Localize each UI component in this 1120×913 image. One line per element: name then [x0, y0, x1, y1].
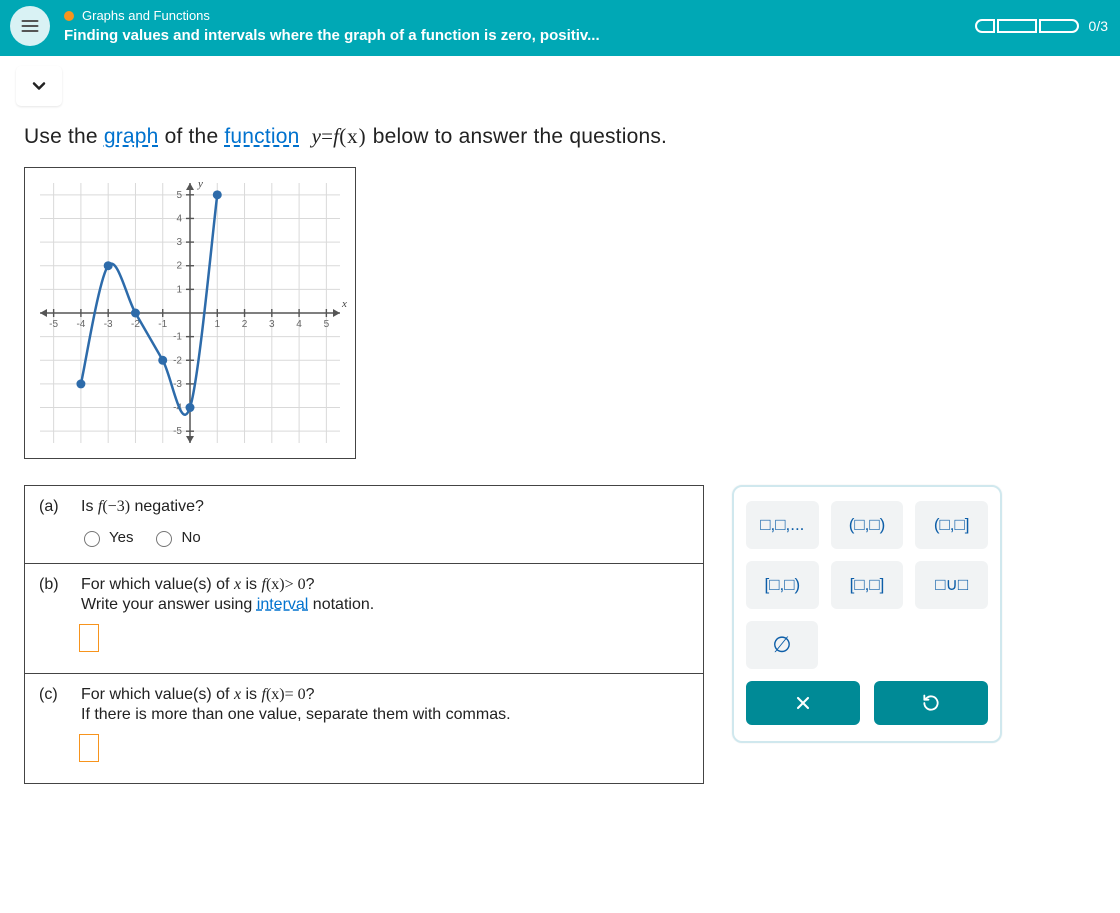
glossary-link-function[interactable]: function	[224, 125, 299, 148]
question-a: (a) Is f(−3) negative? Yes No	[25, 486, 703, 564]
question-c: (c) For which value(s) of x is f(x)= 0? …	[25, 674, 703, 783]
option-no[interactable]: No	[151, 528, 200, 547]
palette-empty-set-button[interactable]: ∅	[746, 621, 818, 669]
header-titles: Graphs and Functions Finding values and …	[64, 8, 975, 44]
option-yes[interactable]: Yes	[79, 528, 133, 547]
q-c-text: For which value(s) of x is f(x)= 0?	[81, 686, 315, 704]
q-b-sub: Write your answer using interval notatio…	[81, 596, 689, 614]
q-b-answer-input[interactable]	[79, 624, 99, 652]
svg-text:4: 4	[296, 319, 302, 330]
radio-no[interactable]	[156, 531, 172, 547]
graph-container: -5-5-4-4-3-3-2-2-1-11122334455xy	[24, 167, 356, 459]
hamburger-icon	[20, 16, 40, 36]
progress-label: 0/3	[1089, 18, 1108, 34]
svg-text:y: y	[197, 178, 203, 190]
svg-text:1: 1	[214, 319, 220, 330]
palette-union-button[interactable]: □∪□	[915, 561, 988, 609]
content-area: Use the graph of the function y=f(x) bel…	[0, 106, 1120, 802]
eq-lhs: y	[312, 124, 322, 148]
task-title: Finding values and intervals where the g…	[64, 27, 975, 44]
svg-text:1: 1	[176, 284, 182, 295]
glossary-link-interval[interactable]: interval	[257, 596, 309, 613]
menu-button[interactable]	[10, 6, 50, 46]
palette-closed-closed-button[interactable]: [□,□]	[831, 561, 904, 609]
app-header: Graphs and Functions Finding values and …	[0, 0, 1120, 56]
topic-text: Graphs and Functions	[82, 8, 210, 23]
palette-open-closed-button[interactable]: (□,□]	[915, 501, 988, 549]
svg-text:-3: -3	[173, 379, 182, 390]
svg-text:3: 3	[269, 319, 275, 330]
question-b: (b) For which value(s) of x is f(x)> 0? …	[25, 564, 703, 674]
palette-list-button[interactable]: □,□,...	[746, 501, 819, 549]
svg-text:2: 2	[176, 261, 182, 272]
q-b-label: (b)	[39, 576, 69, 594]
questions-panel: (a) Is f(−3) negative? Yes No (b) Fo	[24, 485, 704, 784]
q-c-sub: If there is more than one value, separat…	[81, 706, 689, 724]
topic-dot-icon	[64, 11, 74, 21]
svg-text:-3: -3	[104, 319, 113, 330]
topic-line: Graphs and Functions	[64, 8, 975, 23]
chevron-down-icon	[29, 76, 49, 96]
svg-text:-2: -2	[173, 355, 182, 366]
svg-text:-5: -5	[49, 319, 58, 330]
work-row: (a) Is f(−3) negative? Yes No (b) Fo	[24, 485, 1096, 784]
palette-open-open-button[interactable]: (□,□)	[831, 501, 904, 549]
q-b-text: For which value(s) of x is f(x)> 0?	[81, 576, 315, 594]
q-a-label: (a)	[39, 498, 69, 516]
q-c-label: (c)	[39, 686, 69, 704]
progress-area: 0/3	[975, 18, 1108, 34]
palette-clear-button[interactable]	[746, 681, 860, 725]
svg-text:-1: -1	[173, 332, 182, 343]
svg-text:5: 5	[324, 319, 330, 330]
prompt-line: Use the graph of the function y=f(x) bel…	[24, 124, 1096, 149]
svg-text:x: x	[341, 298, 347, 310]
progress-indicator	[975, 19, 1079, 33]
svg-text:4: 4	[176, 213, 182, 224]
function-graph: -5-5-4-4-3-3-2-2-1-11122334455xy	[25, 168, 355, 458]
radio-yes[interactable]	[84, 531, 100, 547]
glossary-link-graph[interactable]: graph	[104, 125, 159, 148]
palette-reset-button[interactable]	[874, 681, 988, 725]
symbol-palette: □,□,... (□,□) (□,□] [□,□) [□,□] □∪□ ∅	[732, 485, 1002, 743]
svg-text:5: 5	[176, 190, 182, 201]
q-a-options: Yes No	[79, 528, 689, 547]
svg-text:-4: -4	[76, 319, 85, 330]
svg-text:-5: -5	[173, 426, 182, 437]
close-icon	[793, 693, 813, 713]
q-c-answer-input[interactable]	[79, 734, 99, 762]
svg-text:2: 2	[242, 319, 248, 330]
svg-text:-1: -1	[158, 319, 167, 330]
palette-closed-open-button[interactable]: [□,□)	[746, 561, 819, 609]
undo-icon	[921, 693, 941, 713]
expand-button[interactable]	[16, 66, 62, 106]
q-a-text: Is f(−3) negative?	[81, 498, 204, 516]
svg-text:3: 3	[176, 237, 182, 248]
